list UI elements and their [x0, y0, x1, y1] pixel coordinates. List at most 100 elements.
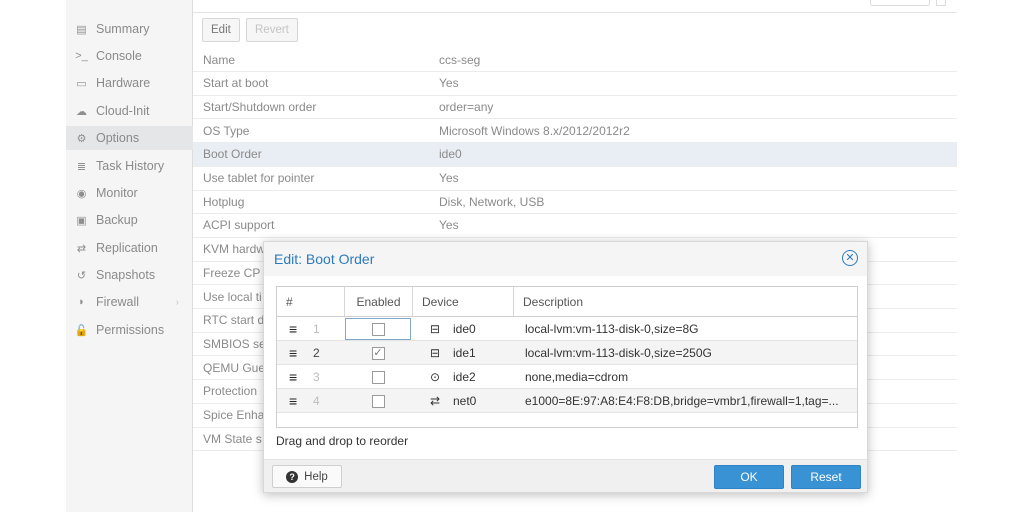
option-key: Use local ti: [203, 289, 262, 304]
boot-order-dialog: Edit: Boot Order ✕ # Enabled Device Desc…: [263, 241, 868, 493]
option-key: Hotplug: [203, 194, 245, 209]
boot-order-row[interactable]: ≡ 3 ⊙ ide2 none,media=cdrom: [277, 365, 857, 389]
sidebar-item-label: Replication: [96, 241, 158, 255]
drag-handle-icon[interactable]: ≡: [289, 317, 297, 341]
sidebar-item-task-history[interactable]: ≣ Task History: [66, 154, 193, 178]
cdrom-icon: ⊙: [430, 370, 441, 384]
option-value: Yes: [439, 76, 459, 91]
sidebar-item-label: Permissions: [96, 323, 165, 337]
option-key: OS Type: [203, 123, 250, 138]
floppy-icon: ▣: [76, 214, 87, 227]
option-value: Yes: [439, 171, 459, 185]
toolbar-divider: [193, 12, 957, 13]
device-description: local-lvm:vm-113-disk-0,size=8G: [525, 322, 699, 336]
sidebar-item-label: Options: [96, 131, 140, 145]
enabled-checkbox[interactable]: [371, 370, 385, 384]
enabled-checkbox[interactable]: [371, 394, 385, 408]
chevron-right-icon: ›: [175, 296, 179, 308]
options-row[interactable]: Use tablet for pointer Yes: [193, 167, 957, 191]
options-row[interactable]: OS Type Microsoft Windows 8.x/2012/2012r2: [193, 119, 957, 144]
option-key: SMBIOS se: [203, 336, 266, 351]
drag-handle-icon[interactable]: ≡: [289, 365, 297, 389]
help-label: Help: [304, 470, 328, 483]
hdd-icon: ⊟: [430, 346, 441, 360]
boot-order-number: 2: [313, 346, 320, 360]
option-key: VM State s: [203, 431, 262, 446]
boot-order-number: 3: [313, 370, 320, 384]
reset-button[interactable]: Reset: [791, 465, 861, 489]
option-key: Boot Order: [203, 147, 262, 162]
option-value: ccs-seg: [439, 52, 481, 67]
sidebar-item-summary[interactable]: ▤ Summary: [66, 17, 193, 41]
option-key: QEMU Gue: [203, 360, 266, 375]
enabled-cell[interactable]: ✓: [345, 342, 411, 364]
enabled-checkbox[interactable]: [371, 322, 385, 336]
unlock-icon: 🔓: [74, 324, 89, 337]
device-name: ide1: [453, 346, 476, 360]
sidebar-item-label: Backup: [96, 213, 138, 227]
column-header-description[interactable]: Description: [514, 287, 857, 316]
options-row[interactable]: Start at boot Yes: [193, 72, 957, 96]
enabled-cell[interactable]: [345, 390, 411, 412]
hdd-icon: ⊟: [430, 322, 441, 336]
drag-handle-icon[interactable]: ≡: [289, 341, 297, 365]
column-header-enabled[interactable]: Enabled: [345, 287, 413, 316]
sidebar-item-label: Snapshots: [96, 268, 156, 282]
column-header-num[interactable]: #: [277, 287, 345, 316]
retweet-icon: ⇄: [76, 242, 87, 255]
sidebar-item-cloud-init[interactable]: ☁ Cloud-Init: [66, 99, 193, 123]
device-name: ide0: [453, 322, 476, 336]
options-row[interactable]: Start/Shutdown order order=any: [193, 95, 957, 120]
revert-button[interactable]: Revert: [246, 18, 298, 42]
list-icon: ≣: [76, 160, 87, 173]
shield-icon: ◗: [78, 296, 85, 308]
reorder-hint: Drag and drop to reorder: [276, 434, 409, 448]
option-key: Spice Enha: [203, 408, 265, 422]
option-key: Start/Shutdown order: [203, 99, 317, 114]
device-description: local-lvm:vm-113-disk-0,size=250G: [525, 346, 712, 360]
enabled-cell[interactable]: [345, 318, 411, 340]
enabled-checkbox[interactable]: ✓: [371, 346, 385, 360]
drag-handle-icon[interactable]: ≡: [289, 389, 297, 413]
help-button[interactable]: ? Help: [272, 465, 342, 488]
gear-icon: ⚙: [76, 132, 87, 145]
sidebar-item-options[interactable]: ⚙ Options: [66, 126, 193, 150]
options-row[interactable]: Hotplug Disk, Network, USB: [193, 190, 957, 215]
device-description: e1000=8E:97:A8:E4:F8:DB,bridge=vmbr1,fir…: [525, 394, 839, 408]
sidebar-item-console[interactable]: >_ Console: [66, 44, 193, 68]
sidebar-item-replication[interactable]: ⇄ Replication: [66, 236, 193, 260]
close-icon[interactable]: ✕: [842, 250, 858, 266]
sidebar-item-label: Firewall: [96, 295, 140, 309]
option-value: Yes: [439, 218, 459, 233]
sidebar-item-hardware[interactable]: ▭ Hardware: [66, 71, 193, 95]
sidebar-item-permissions[interactable]: 🔓 Permissions: [66, 318, 193, 342]
option-value: order=any: [439, 99, 494, 114]
sidebar-item-label: Hardware: [96, 76, 151, 90]
option-key: Protection: [203, 384, 258, 399]
top-toolbar-button-2[interactable]: [936, 0, 946, 6]
sidebar-item-backup[interactable]: ▣ Backup: [66, 208, 193, 232]
dialog-title: Edit: Boot Order: [274, 251, 375, 267]
ok-button[interactable]: OK: [714, 465, 784, 489]
sidebar-item-monitor[interactable]: ◉ Monitor: [66, 181, 193, 205]
sidebar-item-label: Summary: [96, 22, 150, 36]
options-row[interactable]: Boot Order ide0: [193, 142, 957, 167]
sidebar-item-snapshots[interactable]: ↺ Snapshots: [66, 263, 193, 287]
boot-order-row[interactable]: ≡ 2 ✓ ⊟ ide1 local-lvm:vm-113-disk-0,size=250…: [277, 341, 857, 365]
edit-button[interactable]: Edit: [202, 18, 240, 42]
column-header-device[interactable]: Device: [413, 287, 514, 316]
top-toolbar-button[interactable]: [870, 0, 930, 6]
boot-order-row[interactable]: ≡ 4 ⇄ net0 e1000=8E:97:A8:E4:F8:DB,bridge=vm…: [277, 389, 857, 413]
boot-order-row[interactable]: ≡ 1 ⊟ ide0 local-lvm:vm-113-disk-0,size=8G: [277, 317, 857, 341]
option-key: Start at boot: [203, 76, 269, 91]
device-name: ide2: [453, 370, 476, 384]
sidebar-item-label: Task History: [96, 159, 165, 173]
options-row[interactable]: Name ccs-seg: [193, 48, 957, 72]
cloud-icon: ☁: [76, 105, 87, 118]
sidebar-item-label: Cloud-Init: [96, 104, 150, 118]
option-value: ide0: [439, 147, 462, 162]
options-row[interactable]: ACPI support Yes: [193, 214, 957, 238]
enabled-cell[interactable]: [345, 366, 411, 388]
sidebar-item-firewall[interactable]: ◗ Firewall ›: [66, 290, 193, 314]
monitor-icon: ▭: [76, 77, 87, 90]
